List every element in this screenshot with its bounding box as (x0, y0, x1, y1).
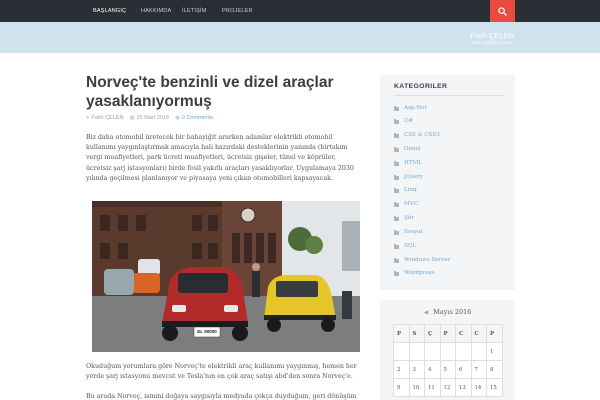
calendar-day: 14 (470, 378, 487, 397)
calendar-day-header: C (455, 324, 472, 343)
calendar-day (439, 342, 456, 361)
site-tagline: Biraz değinle katsın. (472, 40, 514, 45)
folder-icon (394, 105, 399, 111)
post-paragraph: Biz daha otomobil üretecek bir babayiğit… (86, 134, 354, 182)
nav-item-about[interactable]: HAKKIMDA (141, 0, 171, 22)
calendar-table: P S Ç P C C P 1 2 3 4 5 6 7 8 9 10 11 12… (393, 324, 503, 397)
folder-icon (394, 187, 399, 193)
calendar-day: 13 (455, 378, 472, 397)
search-icon (498, 6, 507, 16)
category-link[interactable]: Sosyal (394, 228, 422, 237)
category-link[interactable]: Asp.Net (394, 104, 427, 113)
site-title[interactable]: Fatih ÇELEN (470, 31, 514, 40)
category-link[interactable]: Linq (394, 186, 417, 195)
nav-item-home[interactable]: BAŞLANGIÇ (93, 0, 126, 22)
calendar-day: 5 (439, 360, 456, 379)
categories-title: KATEGORILER (394, 83, 448, 90)
calendar-day: 11 (424, 378, 441, 397)
folder-icon (394, 118, 399, 124)
calendar-day (455, 342, 472, 361)
license-plate: EL 90000 (197, 329, 217, 334)
user-icon: ● (86, 115, 90, 121)
category-link[interactable]: C# (394, 117, 413, 126)
calendar-day: 15 (486, 378, 503, 397)
calendar-day (424, 342, 441, 361)
calendar-icon: ▦ (129, 115, 135, 121)
calendar-day (470, 342, 487, 361)
category-link[interactable]: Windows Server (394, 256, 450, 265)
folder-icon (394, 229, 399, 235)
calendar-day: 10 (408, 378, 425, 397)
calendar-day-header: P (393, 324, 410, 343)
folder-icon (394, 132, 399, 138)
post-title[interactable]: Norveç'te benzinli ve dizel araçlar yasa… (86, 73, 366, 111)
folder-icon (394, 174, 399, 180)
folder-icon (394, 160, 399, 166)
calendar-day: 2 (393, 360, 410, 379)
category-link[interactable]: jQuery (394, 173, 423, 182)
top-navigation: BAŞLANGIÇ HAKKIMDA İLETİŞİM PROJELER (0, 0, 600, 22)
calendar-day (393, 342, 410, 361)
calendar-day (408, 342, 425, 361)
category-link[interactable]: Şiir (394, 214, 414, 223)
category-link[interactable]: Genel (394, 145, 420, 154)
category-link[interactable]: HTML (394, 159, 422, 168)
post-date: ▦ 25 Mart 2016 (129, 115, 170, 121)
site-header: Fatih ÇELEN Biraz değinle katsın. (0, 22, 600, 53)
folder-icon (394, 201, 399, 207)
folder-icon (394, 257, 399, 263)
calendar-day: 8 (486, 360, 503, 379)
calendar-day: 4 (424, 360, 441, 379)
calendar-prev-icon[interactable]: ◀ (424, 309, 429, 316)
folder-icon (394, 215, 399, 221)
folder-icon (394, 243, 399, 249)
category-link[interactable]: SQL (394, 242, 416, 251)
calendar-day: 1 (486, 342, 503, 361)
post-paragraph: Bu arada Norveç, ismini doğaya saygısıyl… (86, 393, 357, 400)
widget-divider (394, 95, 504, 96)
calendar-day-header: S (408, 324, 425, 343)
calendar-day: 9 (393, 378, 410, 397)
calendar-day: 6 (455, 360, 472, 379)
calendar-day: 3 (408, 360, 425, 379)
calendar-month: Mayıs 2016 (433, 308, 472, 316)
calendar-day-header: Ç (424, 324, 441, 343)
calendar-day-header: P (486, 324, 503, 343)
post-paragraph: Okuduğum yorumlara göre Norveç'te elektr… (86, 363, 357, 381)
folder-icon (394, 270, 399, 276)
calendar-header: ◀ Mayıs 2016 (380, 308, 515, 316)
post-image-electric-cars: EL 90000 (92, 201, 360, 352)
nav-item-projects[interactable]: PROJELER (222, 0, 253, 22)
calendar-day-header: P (439, 324, 456, 343)
category-link[interactable]: Wordpress (394, 269, 434, 278)
post-author[interactable]: ● Fatih ÇELEN (86, 115, 123, 121)
category-link[interactable]: MVC (394, 200, 418, 209)
calendar-day: 12 (439, 378, 456, 397)
calendar-day: 7 (470, 360, 487, 379)
comment-icon: ◉ (175, 115, 180, 121)
post-comments-link[interactable]: ◉ 0 Comments (175, 115, 213, 121)
calendar-day-header: C (470, 324, 487, 343)
category-link[interactable]: CSS & CSS3 (394, 131, 440, 140)
nav-item-contact[interactable]: İLETİŞİM (182, 0, 207, 22)
search-button[interactable] (490, 0, 515, 22)
post-meta: ● Fatih ÇELEN ▦ 25 Mart 2016 ◉ 0 Comments (86, 115, 213, 121)
folder-icon (394, 146, 399, 152)
